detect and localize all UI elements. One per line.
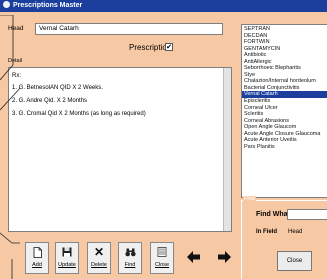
title-bar: Prescriptions Master — [0, 0, 327, 12]
delete-x-icon: ✕ — [93, 245, 105, 259]
delete-button-label: Delete — [91, 262, 107, 268]
find-button-label: Find — [124, 262, 136, 268]
in-field-value[interactable]: Head — [288, 229, 302, 235]
left-arrow-icon — [187, 251, 200, 263]
detail-scrollbar[interactable] — [223, 68, 231, 231]
add-button-label: Add — [32, 262, 42, 268]
floppy-disk-icon — [56, 243, 78, 261]
app-icon — [3, 1, 10, 8]
head-field[interactable]: Vernal Catarh — [35, 23, 223, 35]
detail-line: 3. G. Cromal Qid X 2 Months (as long as … — [12, 111, 146, 117]
next-record-button[interactable] — [211, 242, 238, 274]
right-arrow-icon — [218, 251, 231, 263]
prescriptions-master-window: Prescriptions Master Head Vernal Catarh … — [0, 0, 327, 279]
new-document-icon — [26, 243, 48, 261]
window-title: Prescriptions Master — [13, 2, 83, 9]
detail-textarea[interactable]: Rx: 1. G. BetnesolAN QID X 2 Weeks. 2. G… — [8, 67, 232, 232]
in-field-label: In Field — [256, 229, 277, 235]
add-button[interactable]: Add — [25, 242, 49, 274]
previous-record-button[interactable] — [180, 242, 207, 274]
find-close-button[interactable]: Close — [277, 251, 312, 271]
update-button-label: Update — [58, 262, 76, 268]
close-door-icon — [151, 243, 173, 261]
detail-line: 2. G. Andre Qid. X 2 Months — [12, 98, 88, 104]
prescription-checkbox[interactable]: ✔ — [165, 43, 173, 51]
find-group-label: Find — [243, 196, 256, 202]
find-what-input[interactable] — [287, 209, 327, 220]
find-what-label: Find What — [256, 211, 290, 218]
binoculars-icon — [119, 243, 141, 261]
close-button[interactable]: Close — [150, 242, 174, 274]
callout-bracket — [0, 15, 20, 279]
update-button[interactable]: Update — [55, 242, 79, 274]
detail-line: 1. G. BetnesolAN QID X 2 Weeks. — [12, 85, 103, 91]
delete-button[interactable]: ✕ Delete — [87, 242, 111, 274]
close-button-label: Close — [154, 262, 170, 268]
list-item[interactable]: Chalazion/Internal hordeolum — [242, 78, 327, 85]
find-button[interactable]: Find — [118, 242, 142, 274]
conditions-list[interactable]: SEPTRAN DECDAN FORTWIN GENTAMYCIN Antibiotic… — [241, 24, 327, 198]
toolbar: Add Update ✕ Delete Find Close — [25, 242, 239, 278]
detail-line: Rx: — [12, 73, 21, 79]
list-item[interactable]: Pars Planitis — [242, 144, 327, 151]
